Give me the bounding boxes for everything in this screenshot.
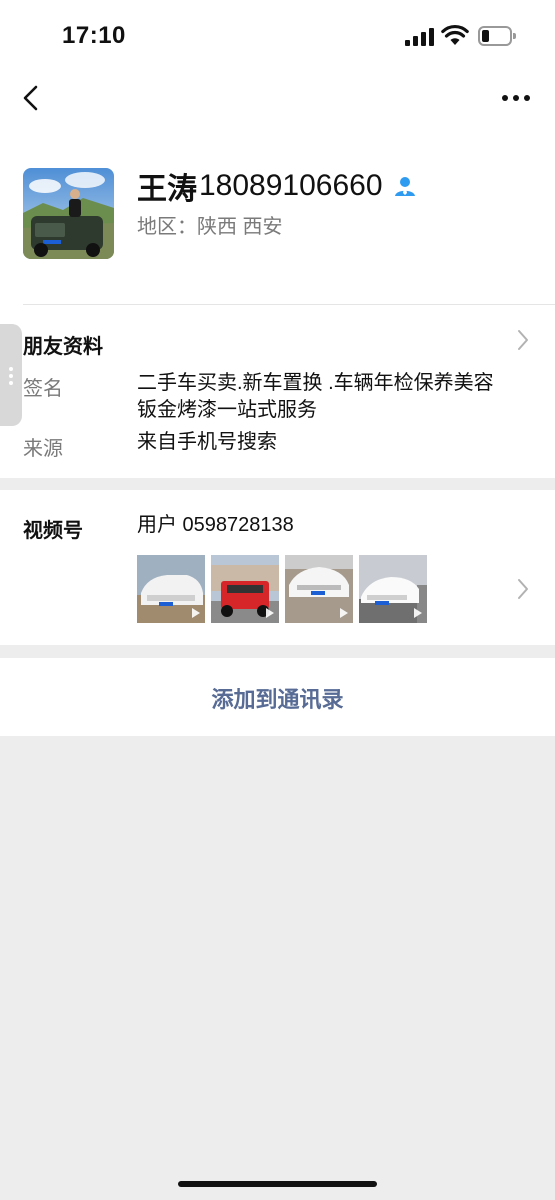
add-to-contacts-button[interactable]: 添加到通讯录	[0, 682, 555, 714]
battery-icon	[478, 26, 516, 46]
white-mercedes-thumb[interactable]	[359, 555, 427, 623]
signature-line: 钣金烤漆一站式服务	[137, 399, 317, 421]
channels-username: 用户 0598728138	[137, 514, 294, 536]
signature-line: 二手车买卖.新车置换 .车辆年检保养美容	[137, 372, 494, 394]
status-time: 17:10	[62, 22, 126, 49]
wifi-icon	[441, 24, 469, 45]
add-contact-section: 添加到通讯录	[0, 658, 555, 736]
channels-thumbnails	[137, 555, 427, 623]
contact-name: 王涛	[137, 173, 197, 206]
contact-person-icon	[394, 177, 415, 196]
channels-label: 视频号	[23, 520, 83, 542]
chevron-right-icon[interactable]	[516, 577, 530, 601]
profile-card: 17:10 王涛 18089106660 地区：陕西 西安 朋友资料 签名 二手…	[0, 0, 555, 478]
avatar[interactable]	[23, 168, 114, 259]
red-jeep-thumb[interactable]	[211, 555, 279, 623]
chevron-right-icon[interactable]	[516, 328, 530, 352]
white-sedan-thumb[interactable]	[137, 555, 205, 623]
signature-label: 签名	[23, 378, 63, 400]
source-value: 来自手机号搜索	[137, 431, 277, 453]
chevron-left-icon[interactable]	[18, 84, 46, 112]
source-label: 来源	[23, 438, 63, 460]
cellular-signal-icon	[405, 28, 435, 46]
divider	[23, 304, 555, 305]
friend-info-title[interactable]: 朋友资料	[23, 330, 103, 359]
profile-name-line: 王涛 18089106660	[137, 164, 417, 208]
contact-phone: 18089106660	[199, 169, 383, 202]
more-dots-icon[interactable]	[500, 88, 532, 108]
region-text: 地区：陕西 西安	[137, 216, 283, 238]
white-volkswagen-thumb[interactable]	[285, 555, 353, 623]
signature-value: 二手车买卖.新车置换 .车辆年检保养美容 钣金烤漆一站式服务	[137, 370, 494, 424]
home-indicator[interactable]	[178, 1181, 377, 1187]
floating-side-handle[interactable]	[0, 324, 22, 426]
